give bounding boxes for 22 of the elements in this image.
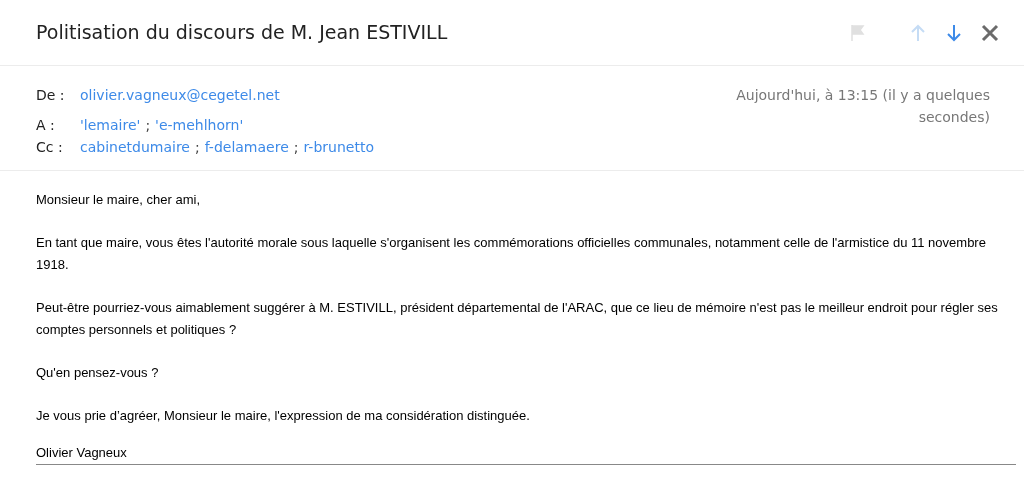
recipient-link[interactable]: r-brunetto (303, 136, 374, 158)
recipient-link[interactable]: olivier.vagneux@cegetel.net (80, 84, 280, 106)
separator: ; (145, 116, 151, 135)
recipient-link[interactable]: f-delamaere (204, 136, 289, 158)
recipient-link[interactable]: 'e-mehlhorn' (155, 114, 244, 136)
field-label: Cc : (36, 138, 64, 157)
field-label: A : (36, 116, 56, 135)
email-subject: Politisation du discours de M. Jean ESTIVILL (36, 20, 448, 46)
paragraph: Qu'en pensez-vous ? (36, 364, 160, 382)
recipient-link[interactable]: 'lemaire' (80, 114, 141, 136)
close-icon[interactable] (980, 22, 1000, 43)
field-label: De : (36, 86, 66, 105)
email-date: Aujourd'hui, à 13:15 (il y a quelques secondes) (735, 86, 990, 127)
signature: Olivier Vagneux (36, 445, 127, 460)
paragraph: Monsieur le maire, cher ami, (36, 191, 201, 209)
paragraph: Je vous prie d’agréer, Monsieur le maire, l'expression de ma considération distinguée. (36, 407, 531, 425)
recipient-link[interactable]: cabinetdumaire (80, 136, 190, 158)
paragraph: En tant que maire, vous êtes l'autorité morale sous laquelle s'organisent les commémorations officielles communales, notamment celle de l'armistice du 11 novembre 1918. (36, 234, 987, 274)
separator: ; (293, 138, 299, 157)
down-arrow-icon[interactable] (944, 22, 964, 43)
separator: ; (194, 138, 200, 157)
paragraph: Peut-être pourriez-vous aimablement suggérer à M. ESTIVILL, président départemental de l'ARAC, que ce lieu de mémoire n'est pas le meilleur endroit pour régler ses comptes personnels et politiques ? (36, 299, 999, 339)
